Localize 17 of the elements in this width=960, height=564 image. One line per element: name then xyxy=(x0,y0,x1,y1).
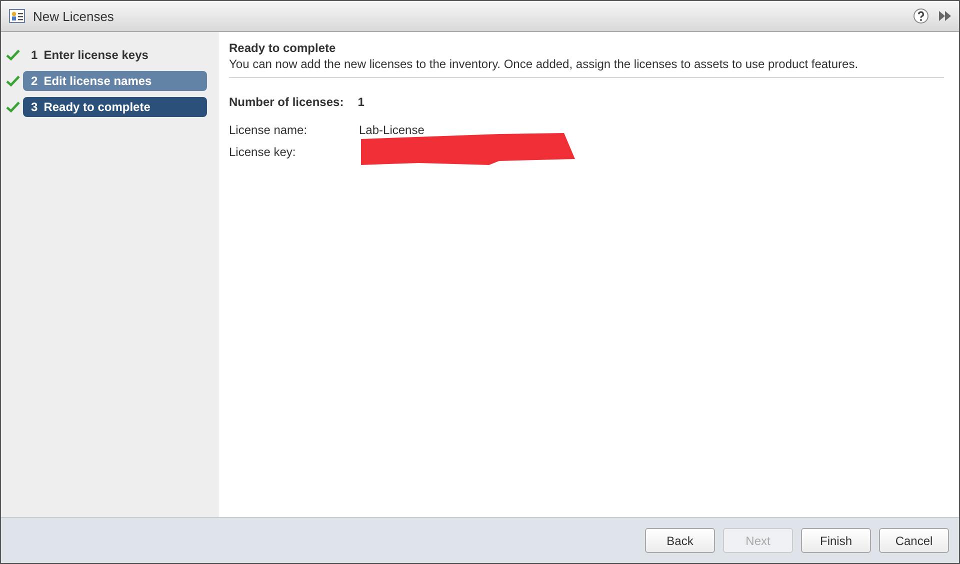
license-card-icon xyxy=(9,9,25,23)
description-text: You can now add the new licenses to the inventory. Once added, assign the licenses to assets to use product features. xyxy=(229,56,860,73)
wizard-step[interactable]: 2 Edit license names xyxy=(23,71,207,91)
section-heading: Ready to complete xyxy=(229,41,337,55)
field-value: Lab-License xyxy=(359,123,424,137)
wizard-step[interactable]: 3 Ready to complete xyxy=(23,97,207,117)
field-label: License key: xyxy=(229,145,297,159)
footer-button[interactable]: Cancel xyxy=(879,528,949,553)
count-label: Number of licenses: xyxy=(229,95,344,109)
footer-button[interactable]: Back xyxy=(645,528,715,553)
field-label: License name: xyxy=(229,123,308,137)
count-value: 1 xyxy=(358,95,364,109)
double-arrow-icon[interactable] xyxy=(939,11,951,21)
footer-button[interactable]: Finish xyxy=(801,528,871,553)
wizard-step[interactable]: 1 Enter license keys xyxy=(23,45,207,65)
help-icon[interactable] xyxy=(913,8,929,24)
window-title: New Licenses xyxy=(33,8,114,24)
